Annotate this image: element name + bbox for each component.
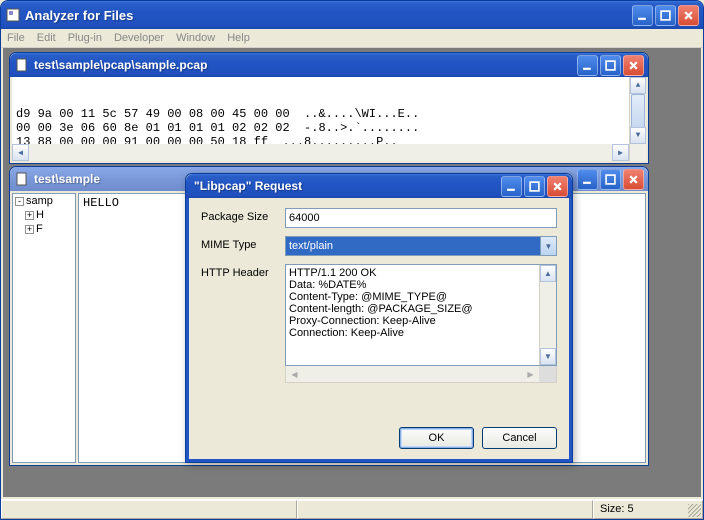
dialog-title: "Libpcap" Request (190, 179, 501, 193)
minimize-button[interactable] (632, 5, 653, 26)
cancel-button[interactable]: Cancel (482, 427, 557, 449)
menu-developer[interactable]: Developer (114, 32, 164, 44)
hex-window: test\sample\pcap\sample.pcap d9 9a 00 11… (9, 52, 649, 164)
hex-maximize-button[interactable] (600, 55, 621, 76)
tree-child[interactable]: +H (13, 208, 75, 222)
chevron-down-icon[interactable]: ▼ (540, 236, 557, 256)
tree-root[interactable]: -samp (13, 194, 75, 208)
dialog-titlebar[interactable]: "Libpcap" Request (186, 174, 572, 198)
dialog-minimize-button[interactable] (501, 176, 522, 197)
app-icon (5, 7, 21, 23)
document-icon (14, 57, 30, 73)
hex-hscroll[interactable]: ◀▶ (12, 144, 629, 161)
mime-type-combo[interactable]: ▼ (285, 236, 557, 256)
textarea-hscroll[interactable]: ◀▶ (285, 366, 557, 383)
ok-button[interactable]: OK (399, 427, 474, 449)
hex-close-button[interactable] (623, 55, 644, 76)
menu-window[interactable]: Window (176, 32, 215, 44)
mime-type-input[interactable] (285, 236, 540, 256)
package-size-label: Package Size (201, 208, 281, 223)
hex-titlebar[interactable]: test\sample\pcap\sample.pcap (10, 53, 648, 77)
expand-icon[interactable]: + (25, 225, 34, 234)
maximize-button[interactable] (655, 5, 676, 26)
statusbar: Size: 5 (1, 499, 703, 519)
menu-help[interactable]: Help (227, 32, 250, 44)
status-cell-1 (1, 500, 297, 519)
mime-type-label: MIME Type (201, 236, 281, 251)
status-cell-2 (297, 500, 593, 519)
tree-pane[interactable]: -samp +H +F (12, 193, 76, 463)
http-header-textarea[interactable]: HTTP/1.1 200 OK Data: %DATE% Content-Typ… (285, 264, 557, 366)
tree-maximize-button[interactable] (600, 169, 621, 190)
dialog-body: Package Size MIME Type ▼ HTTP Header HTT… (186, 198, 572, 462)
hex-content[interactable]: d9 9a 00 11 5c 57 49 00 08 00 45 00 00 .… (10, 77, 648, 163)
request-dialog: "Libpcap" Request Package Size MIME Type… (185, 173, 573, 463)
dialog-maximize-button[interactable] (524, 176, 545, 197)
menu-file[interactable]: File (7, 32, 25, 44)
close-button[interactable] (678, 5, 699, 26)
hex-title: test\sample\pcap\sample.pcap (34, 58, 577, 72)
expand-icon[interactable]: + (25, 211, 34, 220)
tree-child[interactable]: +F (13, 222, 75, 236)
menu-plugin[interactable]: Plug-in (68, 32, 102, 44)
dialog-close-button[interactable] (547, 176, 568, 197)
resize-grip-icon[interactable] (688, 504, 701, 517)
menu-edit[interactable]: Edit (37, 32, 56, 44)
package-size-input[interactable] (285, 208, 557, 228)
main-titlebar[interactable]: Analyzer for Files (1, 1, 703, 29)
document-icon (14, 171, 30, 187)
hex-minimize-button[interactable] (577, 55, 598, 76)
tree-close-button[interactable] (623, 169, 644, 190)
menubar: File Edit Plug-in Developer Window Help (1, 29, 703, 48)
textarea-vscroll[interactable]: ▲▼ (539, 265, 556, 365)
status-size: Size: 5 (593, 500, 703, 519)
collapse-icon[interactable]: - (15, 197, 24, 206)
main-title: Analyzer for Files (25, 8, 632, 23)
hex-vscroll[interactable]: ▲▼ (629, 77, 646, 161)
http-header-label: HTTP Header (201, 264, 281, 279)
tree-minimize-button[interactable] (577, 169, 598, 190)
